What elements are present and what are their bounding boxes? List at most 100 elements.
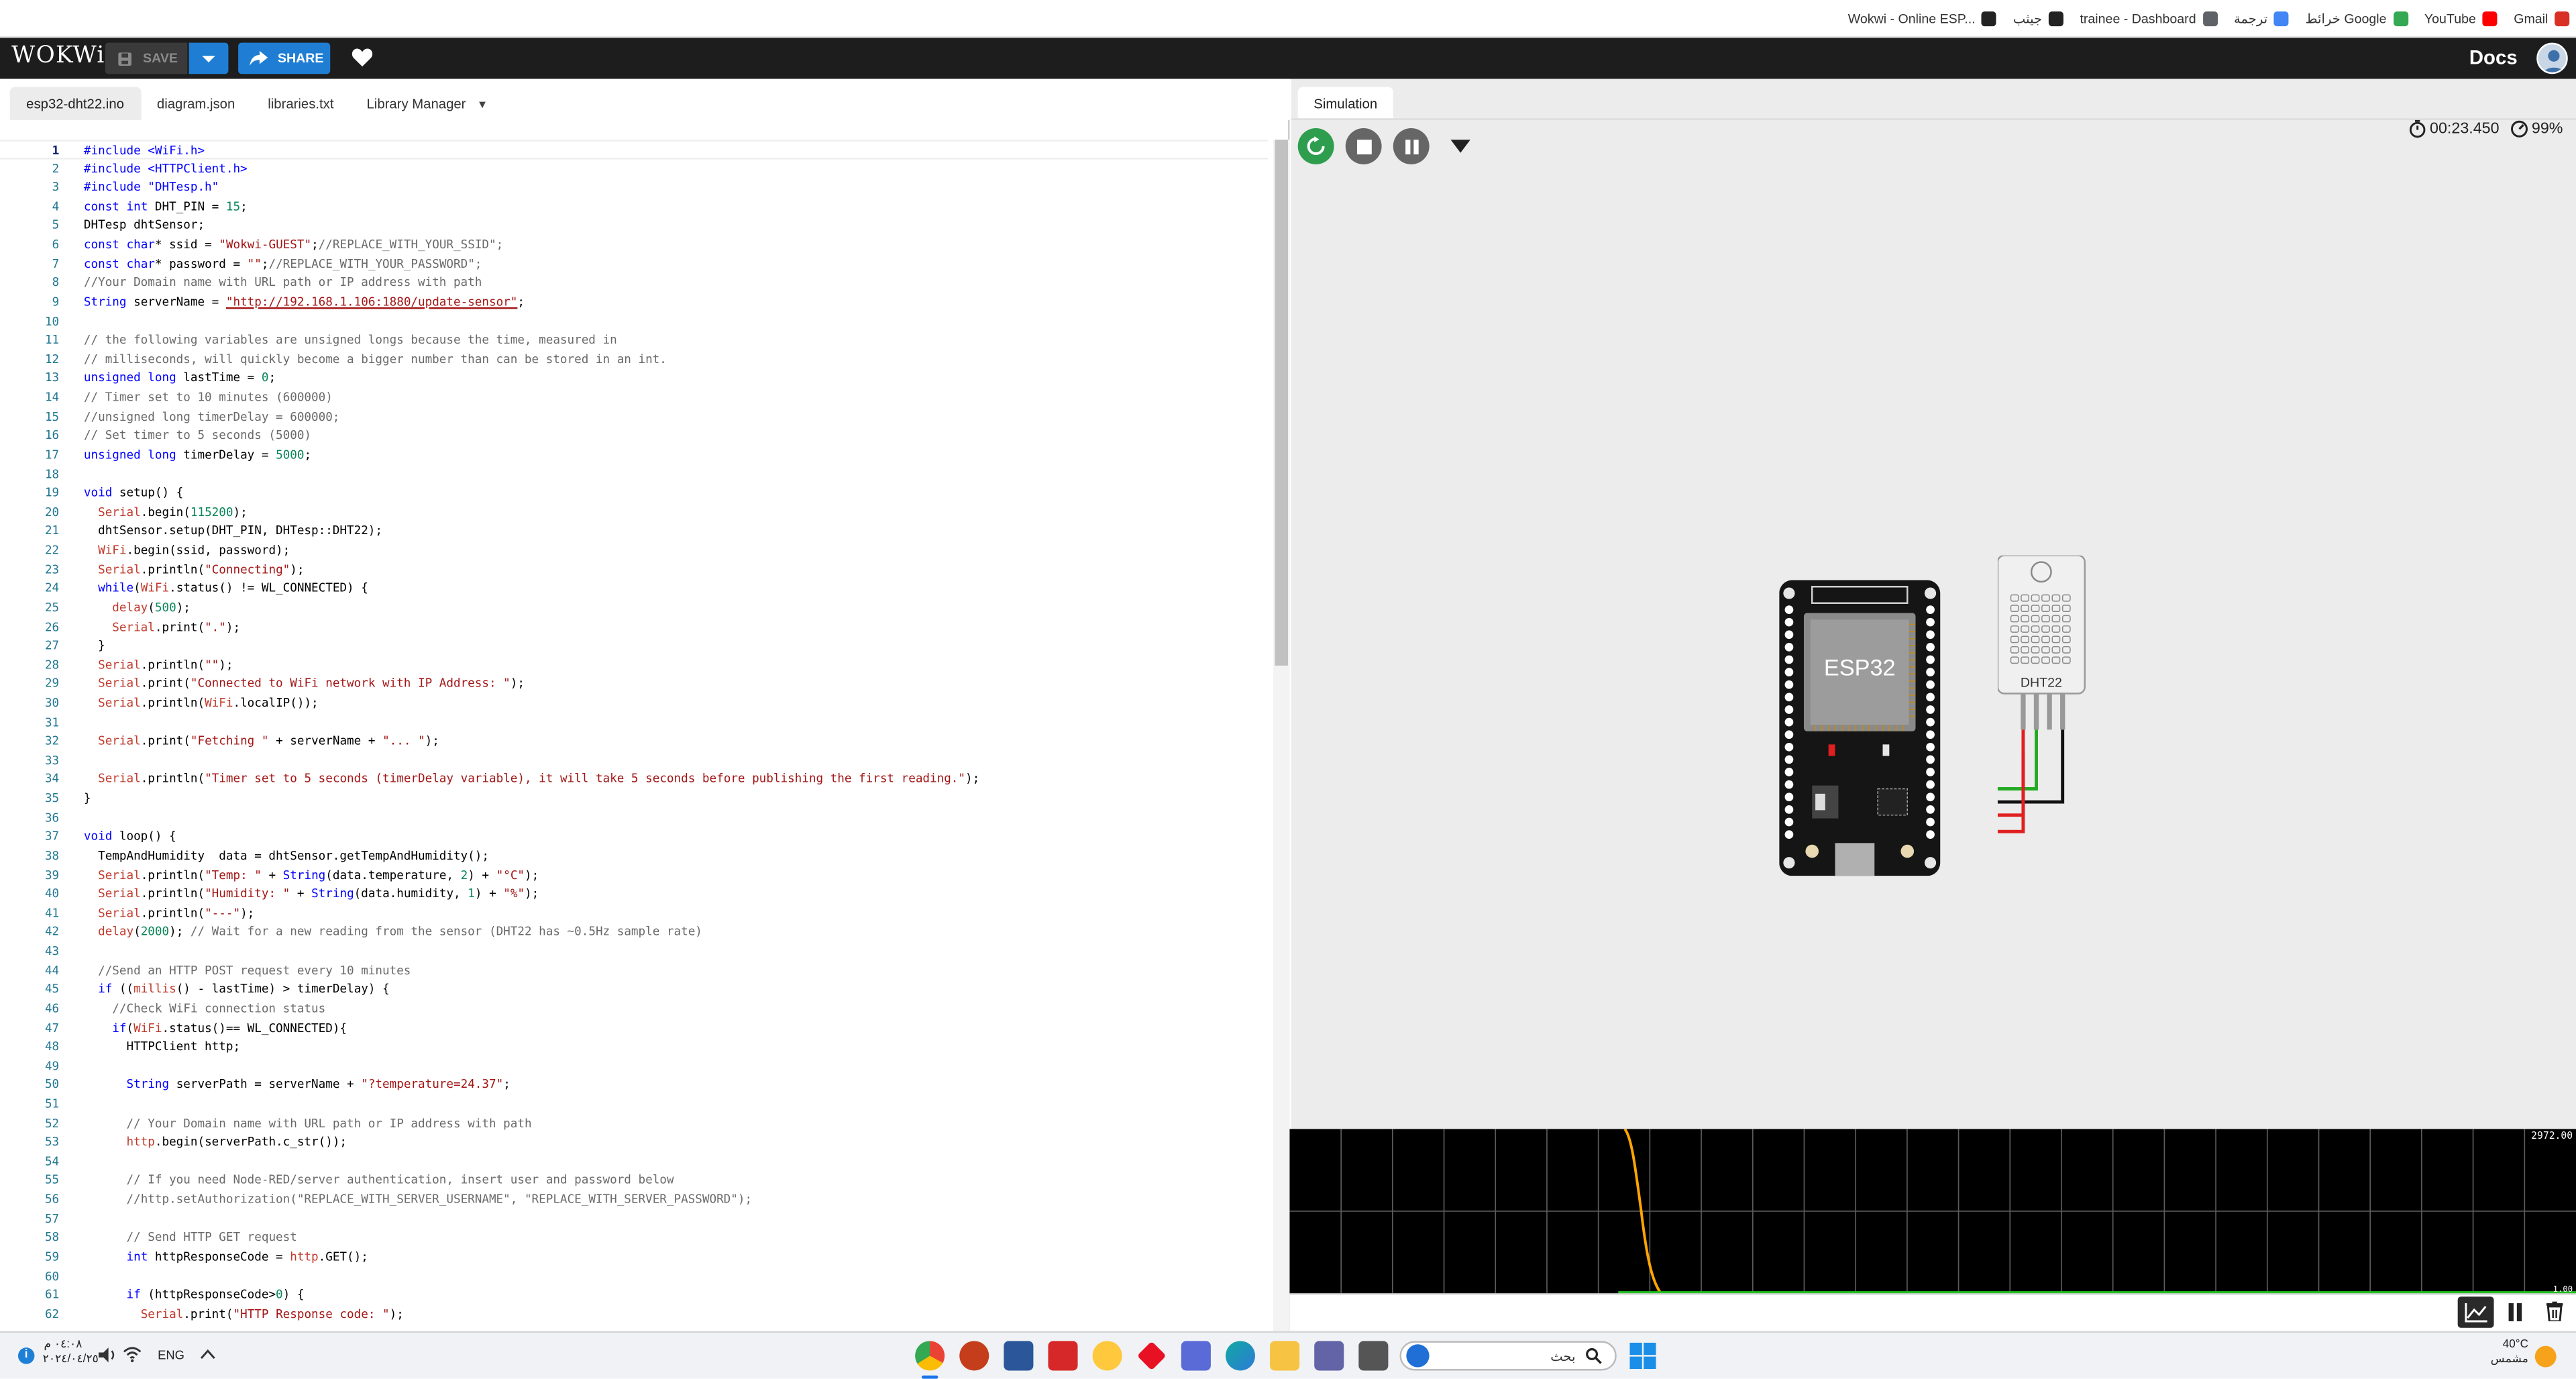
code-line[interactable]: 45 if ((millis() - lastTime) > timerDela… <box>0 980 1269 999</box>
file-explorer-icon[interactable] <box>1270 1341 1300 1371</box>
code-line[interactable]: 53 http.begin(serverPath.c_str()); <box>0 1133 1269 1152</box>
bookmark-item[interactable]: YouTube <box>2424 11 2498 27</box>
esp32-pin[interactable] <box>1926 768 1935 776</box>
esp32-pin[interactable] <box>1926 680 1935 689</box>
anydesk-icon[interactable] <box>1136 1341 1167 1371</box>
pause-button[interactable] <box>1393 128 1430 164</box>
code-line[interactable]: 19 void setup() { <box>0 483 1269 502</box>
esp32-pin[interactable] <box>1926 805 1935 814</box>
code-line[interactable]: 61 if (httpResponseCode>0) { <box>0 1286 1269 1305</box>
esp32-pin[interactable] <box>1926 742 1935 752</box>
code-line[interactable]: 44 //Send an HTTP POST request every 10 … <box>0 961 1269 980</box>
code-line[interactable]: 56 //http.setAuthorization("REPLACE_WITH… <box>0 1190 1269 1209</box>
windows-start-icon[interactable] <box>1629 1342 1656 1370</box>
code-line[interactable]: 7 const char* password = "";//REPLACE_WIT… <box>0 254 1269 273</box>
code-line[interactable]: 60 <box>0 1266 1269 1285</box>
code-line[interactable]: 3 #include "DHTesp.h" <box>0 178 1269 197</box>
heart-icon[interactable] <box>352 48 373 67</box>
esp32-pin[interactable] <box>1784 693 1794 702</box>
esp32-pin[interactable] <box>1926 668 1935 677</box>
esp32-pin[interactable] <box>1784 755 1794 764</box>
chrome-icon[interactable] <box>915 1341 945 1371</box>
code-line[interactable]: 20 Serial.begin(115200); <box>0 503 1269 521</box>
esp32-pin[interactable] <box>1926 655 1935 664</box>
esp32-pin[interactable] <box>1926 630 1935 640</box>
code-line[interactable]: 28 Serial.println(""); <box>0 655 1269 674</box>
tabs-menu-caret-icon[interactable]: ▾ <box>479 87 486 120</box>
tab-library-manager[interactable]: Library Manager <box>350 87 482 120</box>
code-line[interactable]: 5 DHTesp dhtSensor; <box>0 216 1269 235</box>
word-icon[interactable] <box>1004 1341 1034 1371</box>
esp32-pin[interactable] <box>1926 693 1935 702</box>
esp32-board[interactable]: ESP32 <box>1779 580 1943 876</box>
code-line[interactable]: 10 <box>0 311 1269 330</box>
code-line[interactable]: 2 #include <HTTPClient.h> <box>0 159 1269 178</box>
save-dropdown-button[interactable] <box>189 42 229 74</box>
store-icon[interactable] <box>1181 1341 1211 1371</box>
code-line[interactable]: 29 Serial.print("Connected to WiFi netwo… <box>0 674 1269 693</box>
gnd-wire[interactable] <box>1997 729 2065 804</box>
tab-libraries[interactable]: libraries.txt <box>252 87 350 120</box>
wifi-icon[interactable] <box>1450 140 1470 154</box>
esp32-pin[interactable] <box>1784 605 1794 614</box>
code-line[interactable]: 4 const int DHT_PIN = 15; <box>0 197 1269 216</box>
code-line[interactable]: 8 //Your Domain name with URL path or IP … <box>0 273 1269 292</box>
wifi-status-icon[interactable] <box>123 1346 142 1362</box>
code-line[interactable]: 34 Serial.println("Timer set to 5 second… <box>0 770 1269 788</box>
esp32-pin[interactable] <box>1784 655 1794 664</box>
esp32-pin[interactable] <box>1926 643 1935 652</box>
code-line[interactable]: 6 const char* ssid = "Wokwi-GUEST";//REPL… <box>0 235 1269 254</box>
scrollbar-thumb[interactable] <box>1275 140 1289 666</box>
code-line[interactable]: 55 // If you need Node-RED/server authen… <box>0 1171 1269 1190</box>
dht22-sensor[interactable]: DHT22 <box>1997 555 2096 901</box>
esp32-pin[interactable] <box>1784 730 1794 739</box>
language-indicator[interactable]: ENG <box>158 1347 184 1362</box>
teams-icon[interactable] <box>1314 1341 1344 1371</box>
code-line[interactable]: 36 <box>0 808 1269 827</box>
code-line[interactable]: 51 <box>0 1094 1269 1113</box>
code-line[interactable]: 54 <box>0 1152 1269 1170</box>
code-line[interactable]: 57 <box>0 1209 1269 1228</box>
avatar[interactable] <box>2536 42 2568 74</box>
code-line[interactable]: 39 Serial.println("Temp: " + String(data… <box>0 866 1269 884</box>
esp32-pin[interactable] <box>1784 768 1794 776</box>
code-line[interactable]: 23 Serial.println("Connecting"); <box>0 560 1269 578</box>
code-line[interactable]: 40 Serial.println("Humidity: " + String(… <box>0 884 1269 903</box>
code-line[interactable]: 16 // Set timer to 5 seconds (5000) <box>0 426 1269 445</box>
tips-icon[interactable] <box>1092 1341 1122 1371</box>
esp32-pin[interactable] <box>1926 830 1935 839</box>
power-wire[interactable] <box>1997 752 2025 833</box>
wokwi-logo[interactable]: WOKWi <box>11 43 105 69</box>
bookmark-item[interactable]: جيثب <box>2013 11 2063 27</box>
code-line[interactable]: 43 <box>0 941 1269 960</box>
esp32-pin[interactable] <box>1784 668 1794 677</box>
code-line[interactable]: 14 // Timer set to 10 minutes (600000) <box>0 388 1269 407</box>
editor-scrollbar[interactable] <box>1273 140 1290 1331</box>
docs-link[interactable]: Docs <box>2469 46 2518 69</box>
code-line[interactable]: 26 Serial.print("."); <box>0 617 1269 636</box>
esp32-pin[interactable] <box>1926 617 1935 627</box>
save-button[interactable]: SAVE <box>105 42 188 74</box>
code-line[interactable]: 33 <box>0 751 1269 770</box>
esp32-pin[interactable] <box>1784 717 1794 727</box>
esp32-pin[interactable] <box>1926 717 1935 727</box>
code-line[interactable]: 49 <box>0 1056 1269 1075</box>
code-line[interactable]: 62 Serial.print("HTTP Response code: "); <box>0 1305 1269 1323</box>
powerpoint-icon[interactable] <box>959 1341 989 1371</box>
esp32-pin[interactable] <box>1784 742 1794 752</box>
bookmark-item[interactable]: ترجمة <box>2234 11 2290 27</box>
code-line[interactable]: 18 <box>0 464 1269 483</box>
esp32-pin[interactable] <box>1784 680 1794 689</box>
esp32-pin[interactable] <box>1926 817 1935 827</box>
bookmark-item[interactable]: Gmail <box>2514 11 2570 27</box>
volume-icon[interactable] <box>98 1346 117 1364</box>
task-view-icon[interactable] <box>1358 1341 1389 1371</box>
esp32-pin[interactable] <box>1784 830 1794 839</box>
chevron-up-icon[interactable] <box>200 1349 215 1360</box>
esp32-pin[interactable] <box>1926 705 1935 714</box>
code-line[interactable]: 37 void loop() { <box>0 827 1269 846</box>
stop-button[interactable] <box>1345 128 1382 164</box>
code-line[interactable]: 21 dhtSensor.setup(DHT_PIN, DHTesp::DHT2… <box>0 521 1269 540</box>
plotter-toggle-button[interactable] <box>2457 1296 2494 1328</box>
code-line[interactable]: 46 //Check WiFi connection status <box>0 999 1269 1018</box>
